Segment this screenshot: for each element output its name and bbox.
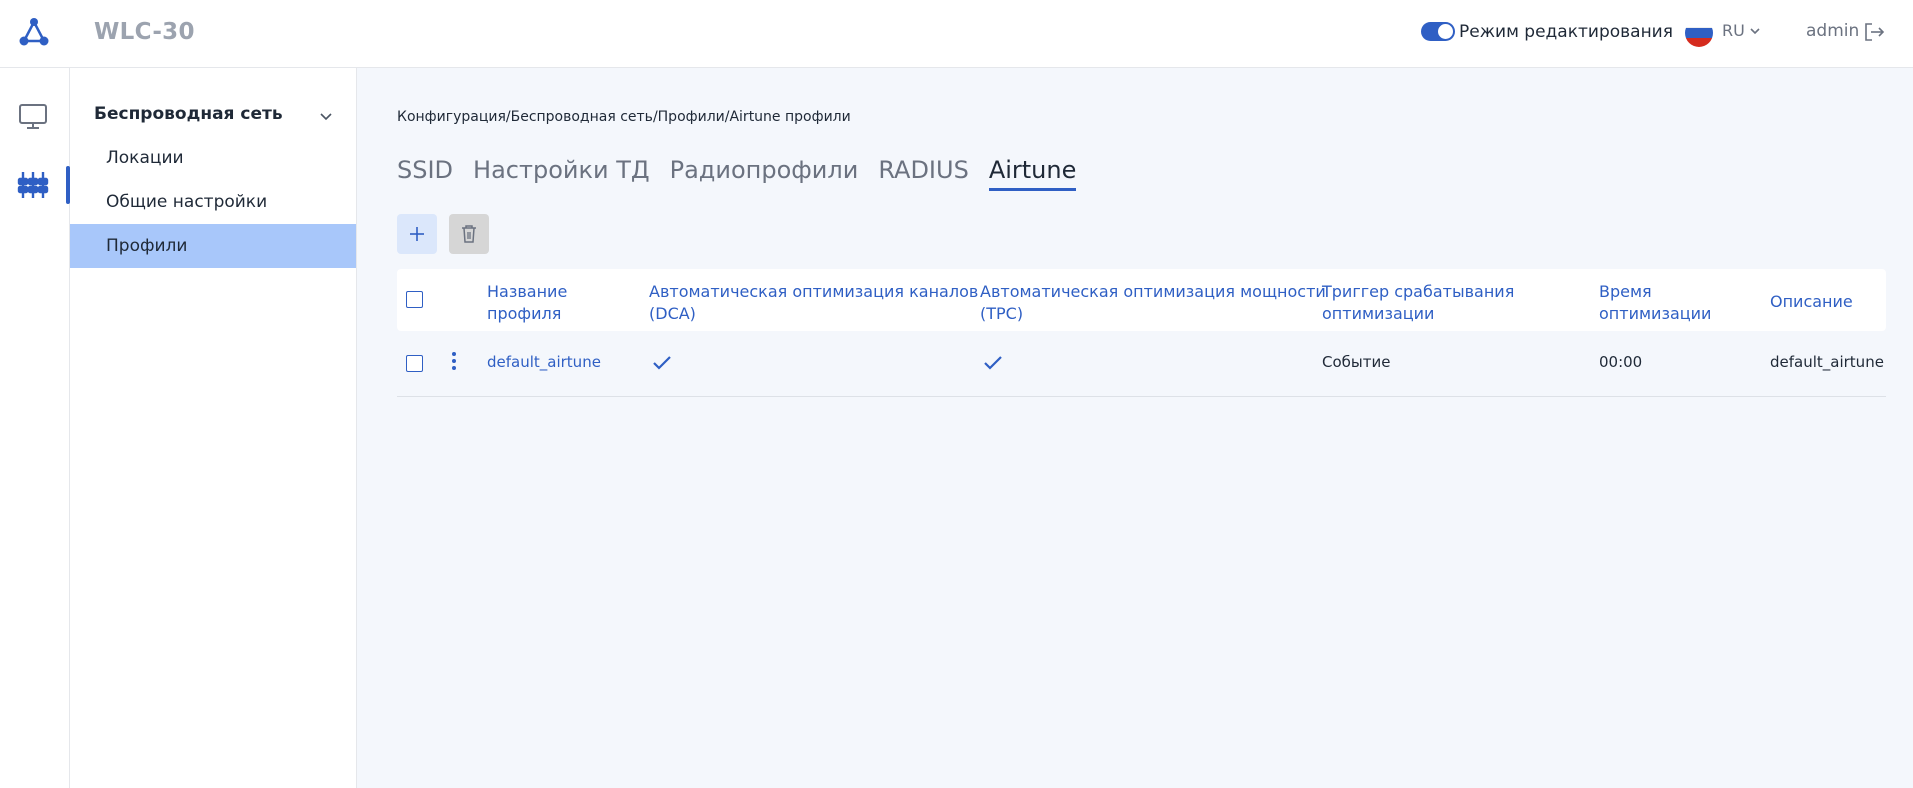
toggle-knob	[1438, 24, 1453, 39]
chevron-down-icon[interactable]	[1748, 24, 1762, 38]
sidebar-item-profiles[interactable]: Профили	[70, 224, 356, 268]
column-header-line: Триггер срабатывания	[1322, 282, 1515, 301]
column-header-line: оптимизации	[1322, 304, 1435, 323]
main-content: Конфигурация/Беспроводная сеть/Профили/A…	[357, 68, 1913, 788]
column-header-dca[interactable]: Автоматическая оптимизация каналов (DCA)	[649, 281, 978, 325]
delete-button[interactable]	[449, 214, 489, 254]
tab-ap-settings[interactable]: Настройки ТД	[473, 156, 650, 191]
app-title: WLC-30	[94, 19, 195, 45]
sidebar-item-locations[interactable]: Локации	[70, 136, 356, 180]
configuration-icon[interactable]	[17, 169, 49, 201]
sidebar-group-wireless[interactable]: Беспроводная сеть	[94, 104, 334, 128]
column-header-description[interactable]: Описание	[1770, 291, 1853, 313]
language-selector[interactable]: RU	[1722, 21, 1745, 40]
check-icon	[653, 356, 671, 370]
time-value: 00:00	[1599, 353, 1643, 371]
username: admin	[1806, 21, 1860, 41]
tab-airtune[interactable]: Airtune	[988, 156, 1077, 191]
monitor-icon[interactable]	[17, 100, 49, 132]
top-header: WLC-30 Режим редактирования RU admin	[0, 0, 1913, 68]
column-header-tpc[interactable]: Автоматическая оптимизация мощности (TPC…	[980, 281, 1326, 325]
logout-icon[interactable]	[1862, 20, 1886, 44]
kebab-menu-icon[interactable]	[451, 351, 457, 371]
column-header-time[interactable]: Время оптимизации	[1599, 281, 1711, 325]
table-row[interactable]: default_airtune Событие 00:00 default_ai…	[397, 331, 1886, 397]
column-header-trigger[interactable]: Триггер срабатывания оптимизации	[1322, 281, 1514, 325]
table-header: Название профиля Автоматическая оптимиза…	[397, 269, 1886, 331]
column-header-line: Автоматическая оптимизация каналов	[649, 282, 979, 301]
chevron-down-icon[interactable]	[318, 108, 334, 124]
column-header-line: Название	[487, 282, 568, 301]
column-header-line: Время	[1599, 282, 1652, 301]
column-header-line: оптимизации	[1599, 304, 1712, 323]
breadcrumb: Конфигурация/Беспроводная сеть/Профили/A…	[397, 109, 851, 125]
column-header-line: (TPC)	[980, 304, 1024, 323]
select-all-checkbox[interactable]	[406, 291, 423, 308]
tab-radius[interactable]: RADIUS	[878, 156, 968, 191]
edit-mode-toggle[interactable]	[1421, 22, 1455, 41]
sidebar-item-general-settings[interactable]: Общие настройки	[70, 180, 356, 224]
tab-radio-profiles[interactable]: Радиопрофили	[670, 156, 859, 191]
trash-icon	[462, 225, 476, 243]
logo-icon[interactable]	[18, 17, 50, 49]
tab-bar: SSID Настройки ТД Радиопрофили RADIUS Ai…	[397, 156, 1077, 191]
edit-mode-label: Режим редактирования	[1459, 22, 1673, 42]
sidebar-group-label: Беспроводная сеть	[94, 104, 283, 124]
add-icon	[410, 227, 424, 241]
column-header-name[interactable]: Название профиля	[487, 281, 567, 325]
add-button[interactable]	[397, 214, 437, 254]
check-icon	[984, 356, 1002, 370]
column-header-line: (DCA)	[649, 304, 696, 323]
column-header-line: Автоматическая оптимизация мощности	[980, 282, 1326, 301]
tab-ssid[interactable]: SSID	[397, 156, 453, 191]
profiles-table: Название профиля Автоматическая оптимиза…	[397, 269, 1886, 397]
column-header-line: профиля	[487, 304, 562, 323]
sidebar: Беспроводная сеть Локации Общие настройк…	[70, 68, 357, 788]
icon-rail	[0, 68, 70, 788]
trigger-value: Событие	[1322, 353, 1391, 371]
description-value: default_airtune	[1770, 353, 1884, 371]
profile-name-link[interactable]: default_airtune	[487, 353, 601, 371]
russia-flag-icon[interactable]	[1685, 19, 1713, 47]
row-checkbox[interactable]	[406, 355, 423, 372]
